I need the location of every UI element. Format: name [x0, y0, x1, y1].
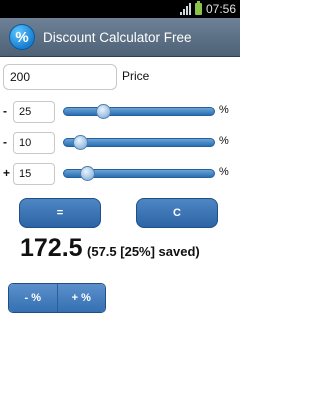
clear-button[interactable]: C — [136, 198, 218, 228]
calculate-button[interactable]: = — [19, 198, 101, 228]
app-title: Discount Calculator Free — [43, 30, 192, 45]
percent-slider-1[interactable] — [63, 104, 215, 119]
percent-input-3[interactable] — [13, 163, 55, 185]
price-label: Price — [122, 69, 150, 83]
row-sign: + — [3, 166, 11, 180]
slider-thumb[interactable] — [72, 135, 88, 150]
slider-thumb[interactable] — [80, 166, 96, 181]
discount-row-2: - % — [0, 132, 240, 156]
result: 172.5 (57.5 [25%] saved) — [20, 234, 200, 263]
signal-icon — [179, 3, 191, 15]
slider-thumb[interactable] — [95, 104, 111, 119]
percent-unit: % — [219, 135, 229, 147]
row-sign: - — [3, 135, 7, 149]
percent-slider-3[interactable] — [63, 166, 215, 181]
markup-row: + % — [0, 163, 240, 187]
percent-slider-2[interactable] — [63, 135, 215, 150]
row-sign: - — [3, 104, 7, 118]
status-time: 07:56 — [205, 2, 236, 16]
percent-sign-toggle: - % + % — [8, 283, 106, 313]
percent-unit: % — [219, 104, 229, 116]
minus-percent-button[interactable]: - % — [9, 284, 57, 312]
app-bar: % Discount Calculator Free — [0, 18, 240, 57]
result-value: 172.5 — [20, 234, 83, 262]
result-savings: (57.5 [25%] saved) — [87, 244, 200, 259]
price-input[interactable] — [3, 64, 117, 90]
status-icons: 07:56 — [179, 0, 236, 18]
battery-icon — [194, 1, 202, 15]
discount-row-1: - % — [0, 101, 240, 125]
status-bar: 07:56 — [0, 0, 240, 18]
plus-percent-button[interactable]: + % — [56, 284, 105, 312]
percent-input-1[interactable] — [13, 101, 55, 123]
percent-input-2[interactable] — [13, 132, 55, 154]
percent-unit: % — [219, 166, 229, 178]
app-logo-icon: % — [9, 24, 35, 50]
